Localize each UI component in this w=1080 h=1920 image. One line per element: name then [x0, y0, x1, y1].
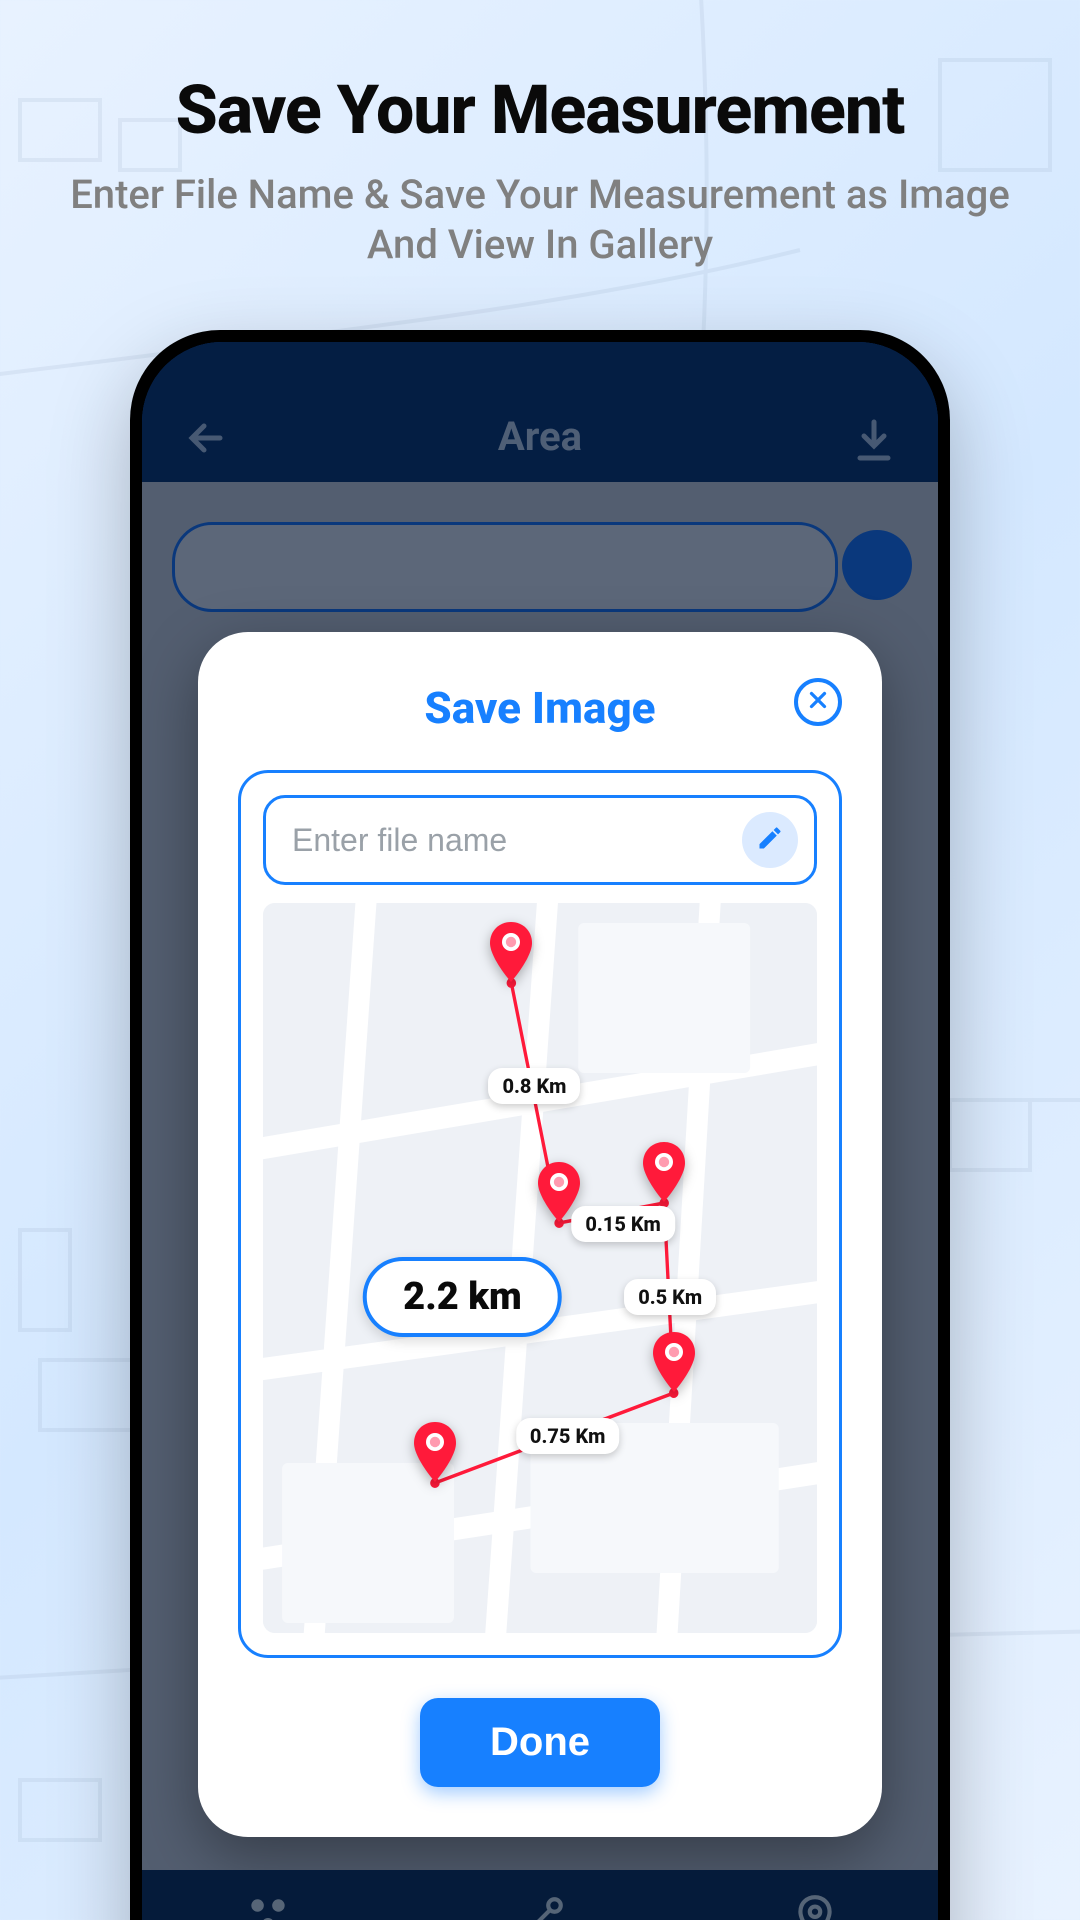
close-button[interactable] — [794, 678, 842, 726]
segment-label: 0.75 Km — [516, 1418, 620, 1454]
promo-subtitle: Enter File Name & Save Your Measurement … — [60, 170, 1020, 270]
modal-title: Save Image — [424, 682, 655, 734]
filename-row — [263, 795, 817, 885]
preview-panel: 0.8 Km 0.15 Km 0.5 Km 0.75 Km 2.2 km — [238, 770, 842, 1658]
map-pin-icon — [411, 1421, 459, 1483]
total-distance-badge: 2.2 km — [363, 1257, 562, 1337]
close-icon — [805, 687, 831, 717]
done-button[interactable]: Done — [420, 1698, 660, 1787]
map-preview: 0.8 Km 0.15 Km 0.5 Km 0.75 Km 2.2 km — [263, 903, 817, 1633]
segment-label: 0.5 Km — [624, 1279, 716, 1315]
map-pin-icon — [640, 1141, 688, 1203]
segment-label: 0.15 Km — [571, 1206, 675, 1242]
segment-label: 0.8 Km — [488, 1068, 580, 1104]
phone-frame: Area Save Image — [130, 330, 950, 1920]
save-image-modal: Save Image — [198, 632, 882, 1837]
pencil-icon — [756, 824, 784, 856]
filename-input[interactable] — [292, 822, 728, 859]
edit-filename-button[interactable] — [742, 812, 798, 868]
bottom-tabs: Area Distance Poi — [142, 1870, 938, 1920]
promo-title: Save Your Measurement — [0, 70, 1080, 150]
map-pin-icon — [650, 1331, 698, 1393]
map-pin-icon — [487, 921, 535, 983]
